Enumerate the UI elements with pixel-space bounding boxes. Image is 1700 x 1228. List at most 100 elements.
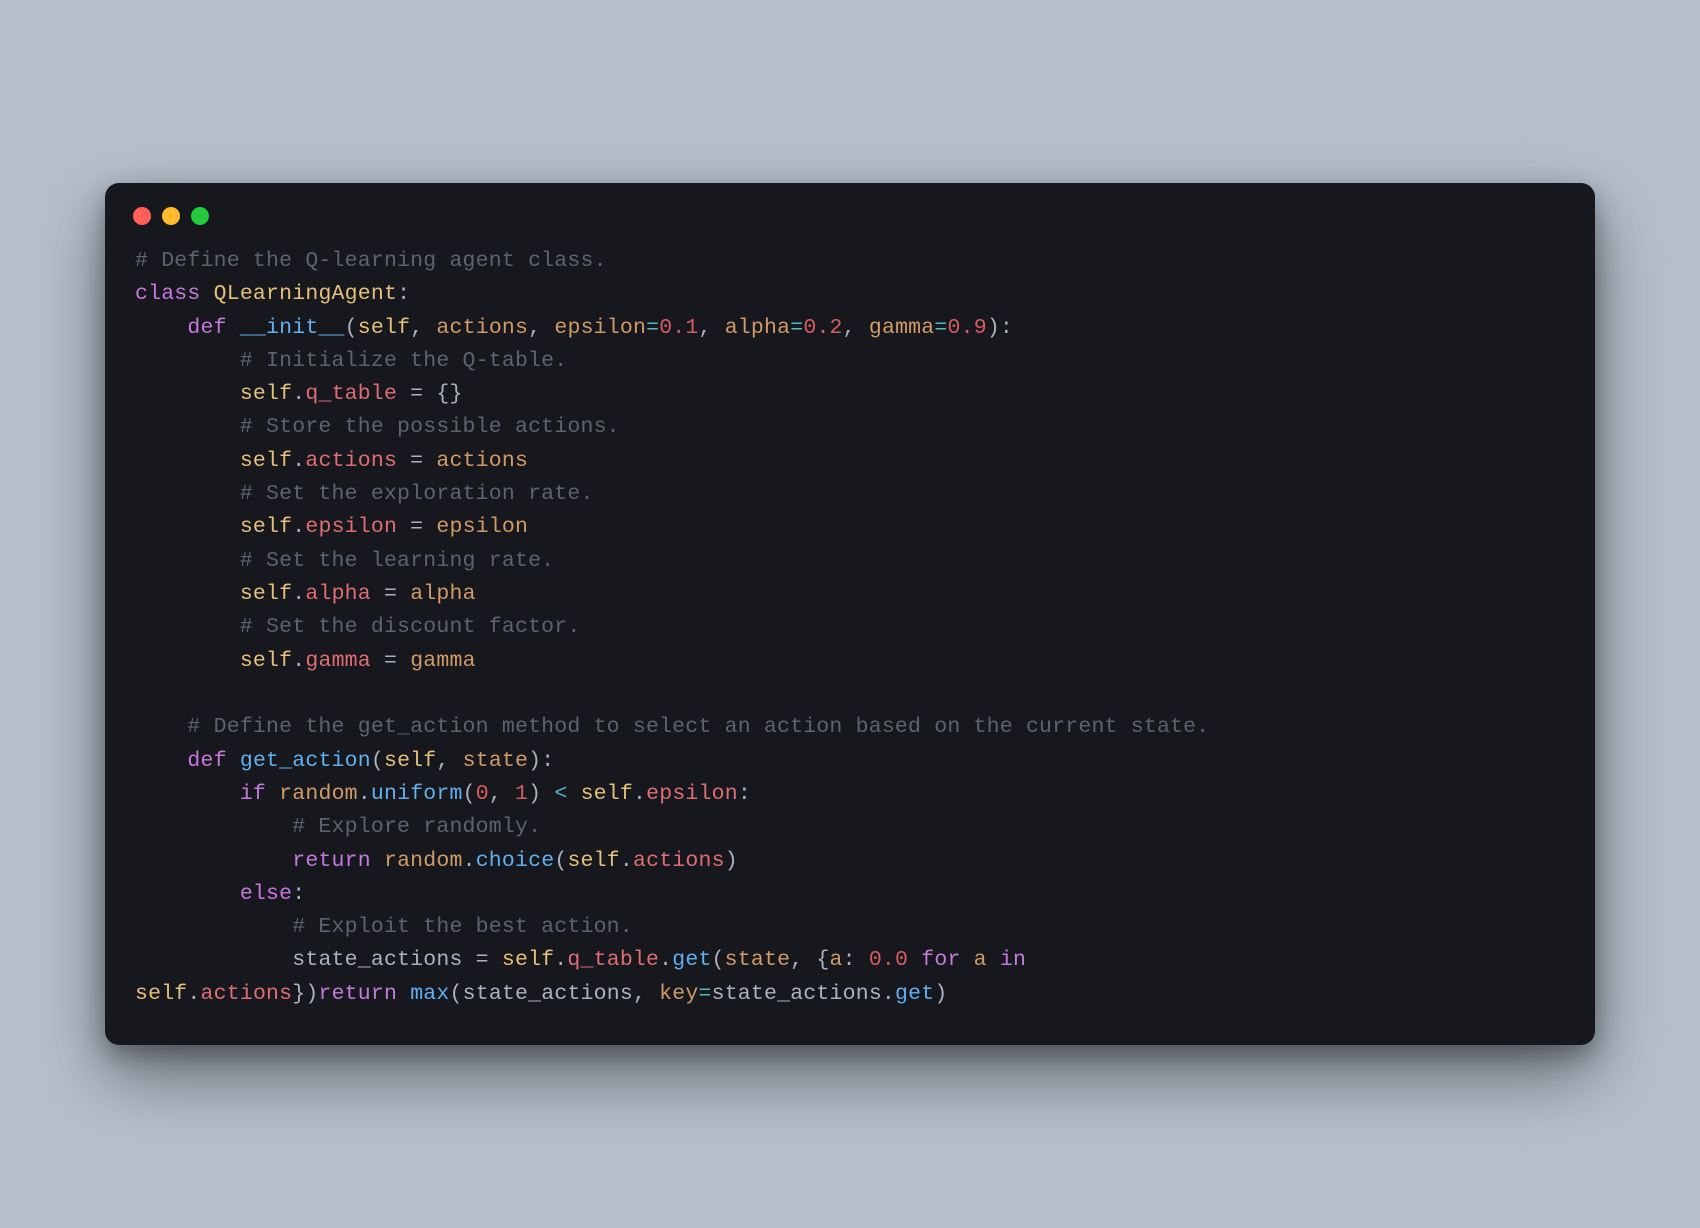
punct: , [436, 749, 462, 773]
keyword-class: class [135, 282, 201, 306]
number: 0.2 [803, 316, 842, 340]
punct: , [489, 782, 515, 806]
punct: , [633, 982, 659, 1006]
self: self [240, 382, 292, 406]
punct: ) [725, 849, 738, 873]
space [908, 948, 921, 972]
punct: . [659, 948, 672, 972]
fn-get-action: get_action [240, 749, 371, 773]
punct: ): [987, 316, 1013, 340]
self: self [384, 749, 436, 773]
param: actions [436, 316, 528, 340]
space [961, 948, 974, 972]
punct: , [790, 948, 816, 972]
keyword-def: def [187, 749, 226, 773]
attr: epsilon [305, 515, 397, 539]
punct: : [292, 882, 305, 906]
close-icon[interactable] [133, 207, 151, 225]
identifier: a [830, 948, 843, 972]
param: state [463, 749, 529, 773]
comment: # Set the learning rate. [135, 549, 554, 573]
attr: q_table [567, 948, 659, 972]
punct: , [410, 316, 436, 340]
comment: # Explore randomly. [135, 815, 541, 839]
punct: ) [934, 982, 947, 1006]
space [987, 948, 1000, 972]
punct: . [633, 782, 646, 806]
self: self [240, 649, 292, 673]
op: = [646, 316, 659, 340]
op: = [397, 515, 436, 539]
op: = [397, 449, 436, 473]
literal: {} [436, 382, 462, 406]
class-name: QLearningAgent [214, 282, 397, 306]
keyword-if: if [240, 782, 266, 806]
punct: . [292, 382, 305, 406]
indent [135, 582, 240, 606]
attr: alpha [305, 582, 371, 606]
identifier: gamma [410, 649, 476, 673]
self: self [240, 582, 292, 606]
self: self [135, 982, 187, 1006]
code-editor[interactable]: # Define the Q-learning agent class. cla… [105, 231, 1595, 1045]
indent [135, 649, 240, 673]
op-lt: < [541, 782, 580, 806]
punct: . [554, 948, 567, 972]
indent [135, 948, 292, 972]
indent [135, 316, 187, 340]
punct: . [187, 982, 200, 1006]
punct: . [882, 982, 895, 1006]
attr: q_table [305, 382, 397, 406]
indent [135, 449, 240, 473]
punct: ( [345, 316, 358, 340]
number: 0.0 [869, 948, 908, 972]
number: 0 [476, 782, 489, 806]
op: = [934, 316, 947, 340]
punct: }) [292, 982, 318, 1006]
keyword-return: return [318, 982, 397, 1006]
keyword-in: in [1000, 948, 1026, 972]
punct: , [843, 316, 869, 340]
attr: gamma [305, 649, 371, 673]
op: = [371, 582, 410, 606]
attr: actions [201, 982, 293, 1006]
space [371, 849, 384, 873]
punct: ( [371, 749, 384, 773]
minimize-icon[interactable] [162, 207, 180, 225]
self: self [567, 849, 619, 873]
attr: actions [633, 849, 725, 873]
punct: ( [450, 982, 463, 1006]
punct: . [292, 649, 305, 673]
attr: epsilon [646, 782, 738, 806]
space [266, 782, 279, 806]
indent [135, 782, 240, 806]
punct: . [358, 782, 371, 806]
self: self [581, 782, 633, 806]
keyword-for: for [921, 948, 960, 972]
op: = [790, 316, 803, 340]
punct: : [738, 782, 751, 806]
indent [135, 382, 240, 406]
punct: , [699, 316, 725, 340]
punct: . [292, 515, 305, 539]
punct: . [292, 582, 305, 606]
fn-uniform: uniform [371, 782, 463, 806]
keyword-else: else [240, 882, 292, 906]
comment: # Define the Q-learning agent class. [135, 249, 607, 273]
fn-max: max [410, 982, 449, 1006]
comment: # Set the discount factor. [135, 615, 580, 639]
comment: # Initialize the Q-table. [135, 349, 567, 373]
identifier: state_actions [463, 982, 633, 1006]
identifier: epsilon [436, 515, 528, 539]
comment: # Set the exploration rate. [135, 482, 594, 506]
punct: . [292, 449, 305, 473]
code-window: # Define the Q-learning agent class. cla… [105, 183, 1595, 1045]
number: 0.9 [948, 316, 987, 340]
self: self [240, 515, 292, 539]
param: gamma [869, 316, 935, 340]
zoom-icon[interactable] [191, 207, 209, 225]
indent [135, 882, 240, 906]
punct: : [397, 282, 410, 306]
punct: { [816, 948, 829, 972]
op: = [698, 982, 711, 1006]
